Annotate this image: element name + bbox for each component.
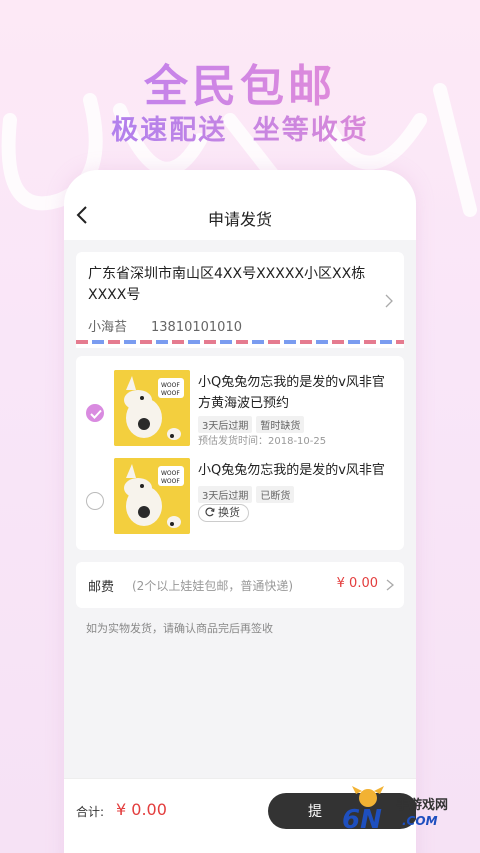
svg-text:WOOF: WOOF [161, 390, 180, 397]
svg-text:WOOF: WOOF [161, 382, 180, 389]
chevron-right-icon [385, 294, 393, 308]
watermark: 6N 手游戏网 .COM [342, 776, 480, 836]
product-name: 小Q兔兔勿忘我的是发的v风非官方黄海波已预约 [198, 375, 385, 411]
address-card[interactable]: 广东省深圳市南山区4XX号XXXXX小区XX栋XXXX号 小海苔 13810101… [76, 252, 404, 348]
shipping-price: ¥ 0.00 [336, 576, 378, 591]
watermark-logo-icon: 6N [342, 786, 384, 832]
chevron-right-icon [386, 579, 394, 591]
shipping-label: 邮费 [88, 580, 115, 595]
tag-expiry: 3天后过期 [198, 416, 253, 433]
product-image[interactable]: WOOF WOOF [114, 458, 190, 534]
contact-phone: 13810101010 [151, 320, 242, 335]
submit-label: 提 [308, 804, 322, 820]
estimate-date: 预估发货时间：2018-10-25 [198, 436, 327, 447]
airmail-divider [76, 340, 404, 344]
promo-subtitle: 极速配送 坐等收货 [0, 108, 480, 147]
dog-figure-image: WOOF WOOF [114, 458, 190, 534]
tag-stock: 已断货 [256, 486, 295, 503]
list-item: WOOF WOOF 小Q兔兔勿忘我的是发的v风非官 3天后过期 已断货 换货 [76, 458, 404, 540]
total-value: ¥ 0.00 [116, 800, 167, 819]
tag-stock: 暂时缺货 [256, 416, 305, 433]
phone-screen: 申请发货 广东省深圳市南山区4XX号XXXXX小区XX栋XXXX号 小海苔 138… [64, 170, 416, 853]
address-contact: 小海苔 13810101010 [88, 316, 392, 335]
product-name: 小Q兔兔勿忘我的是发的v风非官 [198, 463, 385, 478]
product-image[interactable]: WOOF WOOF [114, 370, 190, 446]
refresh-icon [205, 507, 215, 517]
total-label: 合计: [76, 805, 105, 819]
page-title: 申请发货 [207, 210, 272, 229]
item-tags: 3天后过期 已断货 [198, 484, 298, 503]
shipping-row[interactable]: 邮费 (2个以上娃娃包邮，普通快递) ¥ 0.00 [76, 562, 404, 608]
contact-name: 小海苔 [88, 320, 128, 335]
shipping-note: (2个以上娃娃包邮，普通快递) [132, 579, 293, 593]
nav-bar: 申请发货 [64, 170, 416, 240]
items-card: WOOF WOOF 小Q兔兔勿忘我的是发的v风非官方黄海波已预约 3天后过期 暂时… [76, 356, 404, 550]
swap-label: 换货 [218, 506, 240, 519]
dog-figure-image: WOOF WOOF [114, 370, 190, 446]
watermark-com: .COM [402, 814, 438, 828]
checkmark-icon [90, 409, 102, 419]
address-line: 广东省深圳市南山区4XX号XXXXX小区XX栋XXXX号 [88, 266, 366, 303]
watermark-text: 手游戏网 [396, 798, 449, 813]
svg-text:WOOF: WOOF [161, 470, 180, 477]
item-checkbox[interactable] [86, 404, 104, 422]
list-item: WOOF WOOF 小Q兔兔勿忘我的是发的v风非官方黄海波已预约 3天后过期 暂时… [76, 370, 404, 452]
svg-text:WOOF: WOOF [161, 478, 180, 485]
swap-button[interactable]: 换货 [198, 504, 249, 522]
svg-text:6N: 6N [342, 805, 382, 832]
tag-expiry: 3天后过期 [198, 486, 253, 503]
promo-title: 全民包邮 [0, 50, 480, 114]
item-tags: 3天后过期 暂时缺货 [198, 414, 308, 433]
item-checkbox[interactable] [86, 492, 104, 510]
sign-hint: 如为实物发货，请确认商品完后再签收 [86, 622, 273, 635]
